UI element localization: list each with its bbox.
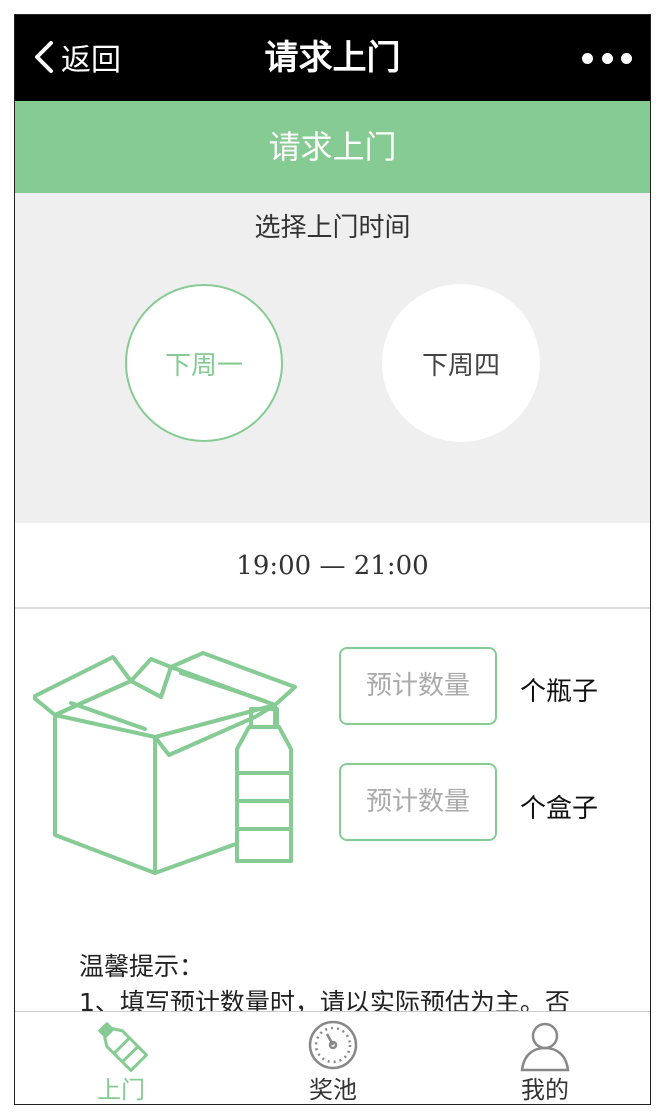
back-button[interactable]: 返回 — [31, 35, 121, 79]
tab-visit-label: 上门 — [97, 1076, 145, 1104]
box-quantity-input[interactable] — [339, 763, 497, 841]
page-header: 请求上门 — [15, 101, 650, 193]
tab-mine-label: 我的 — [521, 1076, 569, 1104]
dial-icon — [308, 1020, 358, 1070]
time-select-title: 选择上门时间 — [254, 213, 411, 243]
time-range: 19:00 — 21:00 — [15, 523, 650, 609]
back-label: 返回 — [61, 43, 121, 78]
bottle-icon — [98, 1022, 148, 1072]
chevron-left-icon — [35, 41, 53, 73]
box-and-bottle-illustration — [33, 651, 297, 875]
page-title: 请求上门 — [268, 128, 397, 166]
tab-prize-pool-label: 奖池 — [309, 1076, 357, 1104]
bottle-unit-label: 个瓶子 — [520, 677, 599, 707]
tips-title: 温馨提示： — [79, 952, 205, 981]
phone-screen: 返回 请求上门 请求上门 选择上门时间 下周一 下周四 19:00 — 21:0… — [14, 14, 651, 1105]
time-option-monday[interactable]: 下周一 — [125, 284, 283, 442]
tab-prize-pool[interactable]: 奖池 — [227, 1012, 439, 1104]
top-navbar: 返回 请求上门 — [15, 15, 650, 101]
user-icon — [520, 1022, 570, 1072]
bottom-tab-bar: 上门 奖池 我的 — [15, 1011, 650, 1104]
tab-mine[interactable]: 我的 — [439, 1012, 650, 1104]
tab-visit[interactable]: 上门 — [15, 1012, 227, 1104]
more-dots-icon[interactable] — [582, 43, 632, 73]
time-selection-section: 选择上门时间 下周一 下周四 — [15, 193, 650, 523]
box-unit-label: 个盒子 — [520, 794, 599, 824]
bottle-quantity-input[interactable] — [339, 647, 497, 725]
time-option-thursday[interactable]: 下周四 — [382, 284, 540, 442]
